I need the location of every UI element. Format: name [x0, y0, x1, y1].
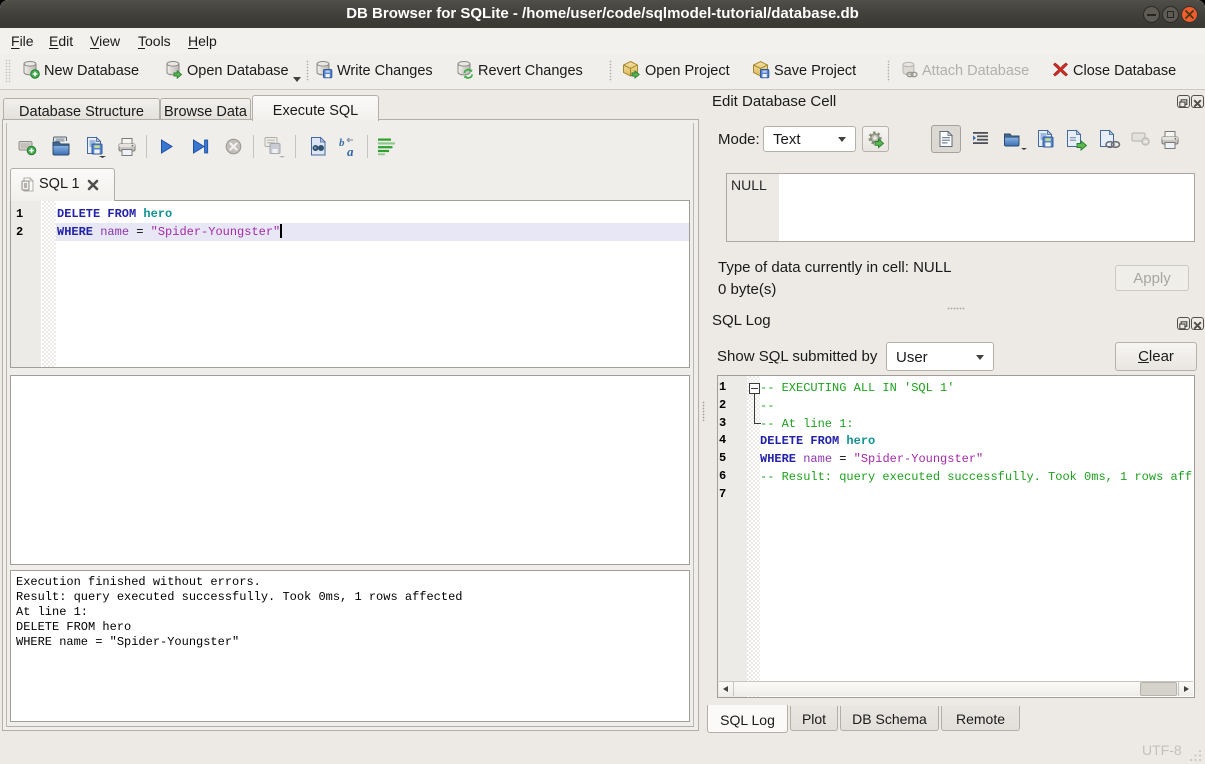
svg-text:a: a	[347, 144, 354, 158]
svg-text:b: b	[339, 137, 345, 149]
